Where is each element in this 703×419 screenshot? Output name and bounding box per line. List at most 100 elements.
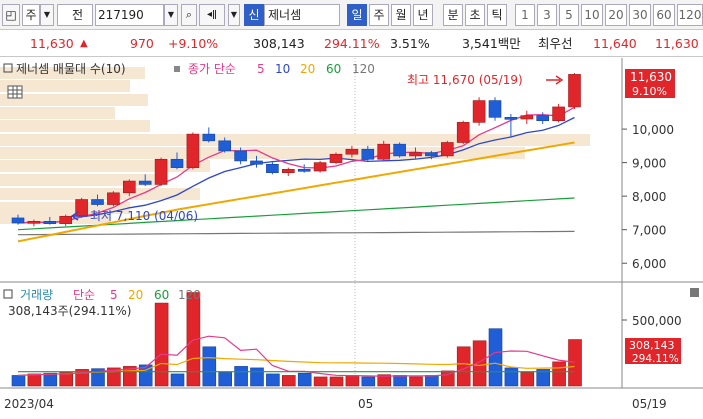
toolbar: ◰ 주 ▼ 전 217190 ▼ ⌕ ◂ǁ ▼ 신 제너셈 일 주 월 년 분 … (0, 0, 703, 30)
candle-body (186, 133, 200, 168)
volume-bar (568, 339, 582, 387)
volume-bar (520, 372, 535, 387)
vol-tick-500000: 500,000 (632, 314, 682, 328)
volume-value: 308,143 (253, 36, 305, 51)
interval-10-button[interactable]: 10 (581, 4, 603, 26)
volume-profile-bar (0, 134, 590, 146)
candle-body (568, 74, 581, 108)
candle-body (297, 169, 311, 172)
stock-name: 제너셈 (264, 4, 340, 26)
volume-bar (250, 367, 264, 387)
volume-bar (27, 373, 42, 387)
vol-ma5-legend: 5 (110, 288, 118, 302)
ma10-legend: 10 (275, 62, 290, 76)
search-icon[interactable]: ⌕ (181, 4, 197, 26)
period-month-button[interactable]: 월 (391, 4, 411, 26)
window-menu-icon[interactable]: ◰ (2, 4, 20, 26)
price-tick-label: 9,000 (632, 157, 666, 171)
code-dropdown-icon[interactable]: ▼ (164, 4, 178, 26)
bid-price: 11,630 (655, 36, 699, 51)
volume-bar (202, 346, 217, 387)
price-tick-label: 8,000 (632, 190, 666, 204)
last-volume-pct-tag: 294.11% (632, 353, 679, 365)
candle-body (154, 158, 168, 185)
candle-body (218, 140, 231, 152)
period-day-button[interactable]: 일 (347, 4, 367, 26)
candle-body (138, 180, 152, 185)
price-tick-label: 6,000 (632, 257, 666, 271)
current-price: 11,630 (30, 36, 74, 51)
candle-body (472, 100, 486, 123)
up-arrow-icon: ▲ (80, 38, 88, 49)
volume-bar (425, 375, 439, 387)
interval-30-button[interactable]: 30 (629, 4, 651, 26)
volume-bar (297, 372, 312, 387)
volume-bar (281, 375, 296, 387)
candle-body (281, 169, 295, 173)
candle-body (456, 122, 470, 143)
x-label-05-19: 05/19 (632, 397, 667, 411)
volume-profile-bar (0, 120, 150, 132)
volume-bar (266, 373, 280, 387)
volume-current: 308,143주(294.11%) (8, 304, 131, 318)
last-price-tag: 11,630 (630, 70, 672, 84)
candle-body (329, 153, 343, 163)
volume-bar (393, 375, 407, 387)
chevron-down-icon[interactable]: ▼ (40, 4, 54, 26)
volume-bar (170, 373, 185, 387)
candle-body (377, 143, 391, 160)
interval-120-button[interactable]: 120 (677, 4, 703, 26)
speaker-icon[interactable]: ◂ǁ (199, 4, 225, 26)
last-volume-tag: 308,143 (629, 339, 675, 352)
candle-body (345, 148, 359, 155)
collapse-icon[interactable] (690, 288, 699, 297)
trade-value: 3,541백만 (462, 36, 521, 51)
candle-body (504, 117, 518, 120)
stock-code-input[interactable]: 217190 (95, 4, 164, 26)
interval-20-button[interactable]: 20 (605, 4, 627, 26)
volume-bar (218, 372, 232, 387)
candle-body (75, 199, 88, 217)
period-minute-button[interactable]: 분 (443, 4, 463, 26)
turnover-rate: 3.51% (390, 36, 430, 51)
candle-body (488, 100, 502, 118)
period-tick-button[interactable]: 틱 (487, 4, 507, 26)
period-week-button[interactable]: 주 (369, 4, 389, 26)
volume-bar (11, 375, 26, 387)
chart-canvas[interactable]: 제너셈 매물대 수(10) 종가 단순 5 10 20 60 120 최고 11… (0, 58, 703, 416)
candle-body (425, 152, 438, 157)
interval-1-button[interactable]: 1 (515, 4, 535, 26)
volume-bar (409, 376, 423, 387)
interval-3-button[interactable]: 3 (537, 4, 557, 26)
chart-area[interactable]: 제너셈 매물대 수(10) 종가 단순 5 10 20 60 120 최고 11… (0, 58, 703, 416)
ma120-legend: 120 (352, 62, 375, 76)
candle-body (11, 217, 25, 224)
volume-bar (234, 366, 248, 387)
candle-body (552, 106, 565, 121)
options-dropdown-icon[interactable]: ▼ (228, 4, 240, 26)
period-second-button[interactable]: 초 (465, 4, 485, 26)
ma5-legend: 5 (257, 62, 265, 76)
market-select[interactable]: 주 (22, 4, 40, 26)
candle-body (536, 115, 550, 121)
candle-body (43, 221, 57, 224)
ask-price: 11,640 (593, 36, 637, 51)
volume-bar (154, 302, 169, 387)
period-year-button[interactable]: 년 (413, 4, 433, 26)
interval-60-button[interactable]: 60 (653, 4, 675, 26)
volume-title: 거래량 (20, 288, 53, 302)
quote-bar: 11,630 ▲ 970 +9.10% 308,143 294.11% 3.51… (0, 31, 703, 57)
volume-profile-legend: 제너셈 매물대 수(10) (16, 62, 126, 76)
vol-ma120-legend: 120 (178, 288, 201, 302)
table-icon[interactable] (7, 85, 23, 99)
volume-bar (345, 375, 360, 387)
interval-5-button[interactable]: 5 (559, 4, 579, 26)
x-label-05: 05 (358, 397, 373, 411)
price-tick-label: 10,000 (632, 123, 674, 137)
candle-body (361, 148, 375, 160)
type-select[interactable]: 전 (57, 4, 93, 26)
volume-profile-bar (0, 174, 160, 186)
volume-profile-bar (0, 188, 200, 200)
candle-body (313, 162, 327, 172)
ma-legend-marker (174, 66, 180, 72)
